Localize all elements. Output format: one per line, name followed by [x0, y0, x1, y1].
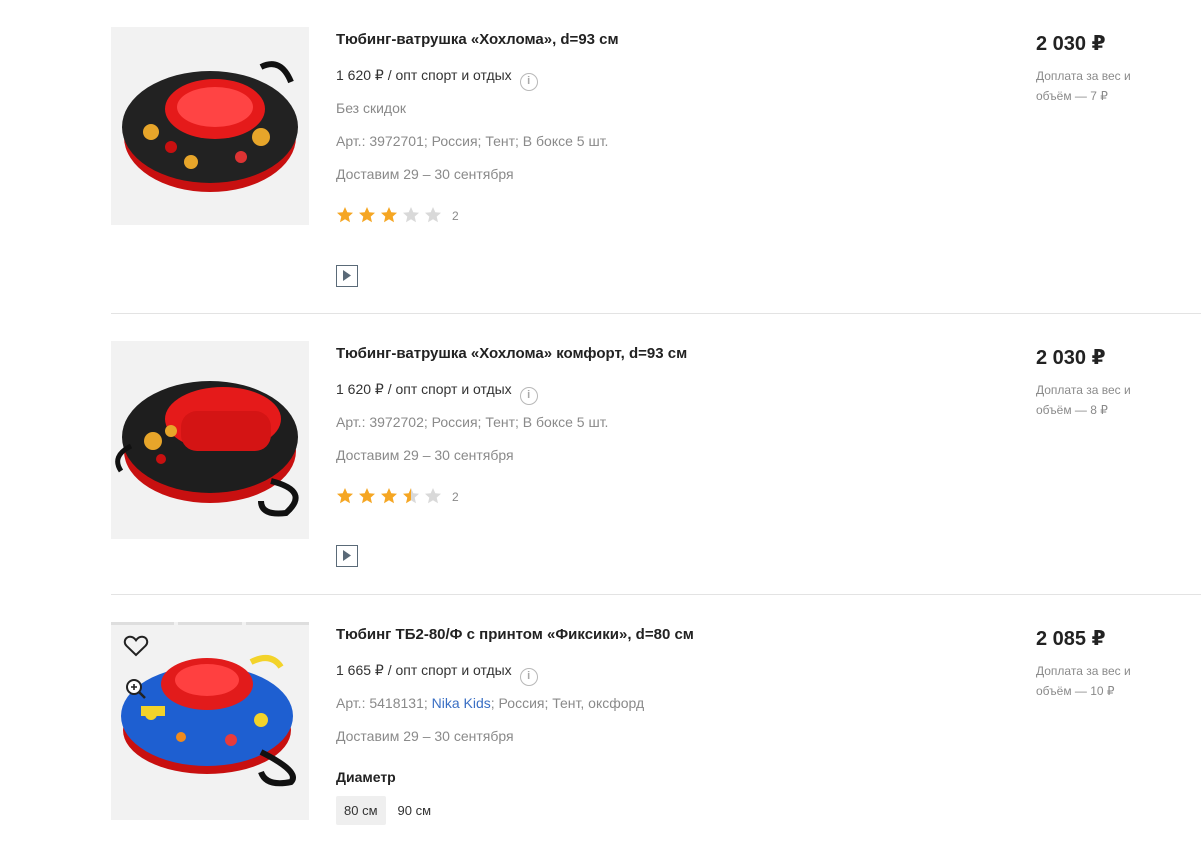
play-video-icon[interactable]: [336, 545, 358, 567]
diameter-options: 80 см 90 см: [336, 796, 439, 825]
brand-link[interactable]: Nika Kids: [432, 695, 491, 711]
delivery-text: Доставим 29 – 30 сентября: [336, 166, 514, 182]
star-icon: [402, 487, 424, 507]
product-title[interactable]: Тюбинг-ватрушка «Хохлома», d=93 см: [336, 30, 619, 50]
product-details: Арт.: 5418131; Nika Kids; Россия; Тент, …: [336, 694, 644, 712]
product-price: 2 030 ₽: [1036, 33, 1106, 55]
image-pager[interactable]: [111, 622, 309, 626]
star-icon: [336, 487, 358, 507]
product-image[interactable]: [111, 622, 309, 820]
wholesale-price: 1 665 ₽ / опт спорт и отдых: [336, 662, 512, 678]
wholesale-price: 1 620 ₽ / опт спорт и отдых: [336, 67, 512, 83]
product-card: Тюбинг-ватрушка «Хохлома», d=93 см 1 620…: [111, 27, 1201, 297]
option-label: Диаметр: [336, 769, 396, 785]
star-icon: [402, 206, 424, 226]
wholesale-price: 1 620 ₽ / опт спорт и отдых: [336, 381, 512, 397]
product-price: 2 030 ₽: [1036, 347, 1106, 369]
article-text: Арт.: 5418131;: [336, 695, 428, 711]
option-chip-80[interactable]: 80 см: [336, 796, 386, 825]
surcharge-text: Доплата за вес и объём — 10 ₽: [1036, 664, 1131, 698]
star-icon: [380, 206, 402, 226]
info-icon[interactable]: i: [519, 387, 538, 405]
play-video-icon[interactable]: [336, 265, 358, 287]
star-icon: [358, 487, 380, 507]
product-title[interactable]: Тюбинг-ватрушка «Хохлома» комфорт, d=93 …: [336, 344, 687, 364]
wholesale-price-row: 1 620 ₽ / опт спорт и отдых i: [336, 66, 538, 91]
info-icon[interactable]: i: [519, 668, 538, 686]
product-image[interactable]: [111, 341, 309, 539]
wholesale-price-row: 1 665 ₽ / опт спорт и отдых i: [336, 661, 538, 686]
details-suffix: ; Россия; Тент, оксфорд: [490, 695, 645, 711]
rating-count: 2: [452, 490, 459, 504]
product-price: 2 085 ₽: [1036, 628, 1106, 650]
product-image[interactable]: [111, 27, 309, 225]
star-icon: [424, 206, 446, 226]
star-icon: [336, 206, 358, 226]
star-icon: [424, 487, 446, 507]
divider: [111, 594, 1201, 595]
product-details: Арт.: 3972702; Россия; Тент; В боксе 5 ш…: [336, 414, 609, 430]
divider: [111, 313, 1201, 314]
option-chip-90[interactable]: 90 см: [390, 796, 440, 825]
star-icon: [358, 206, 380, 226]
product-details: Арт.: 3972701; Россия; Тент; В боксе 5 ш…: [336, 133, 609, 149]
product-card: Тюбинг ТБ2-80/Ф с принтом «Фиксики», d=8…: [111, 622, 1201, 842]
product-card: Тюбинг-ватрушка «Хохлома» комфорт, d=93 …: [111, 341, 1201, 581]
delivery-text: Доставим 29 – 30 сентября: [336, 447, 514, 463]
surcharge-text: Доплата за вес и объём — 8 ₽: [1036, 383, 1131, 417]
surcharge-text: Доплата за вес и объём — 7 ₽: [1036, 69, 1131, 103]
rating-count: 2: [452, 209, 459, 223]
zoom-in-icon[interactable]: [125, 678, 147, 700]
heart-icon[interactable]: [123, 634, 149, 658]
product-title[interactable]: Тюбинг ТБ2-80/Ф с принтом «Фиксики», d=8…: [336, 625, 694, 645]
delivery-text: Доставим 29 – 30 сентября: [336, 728, 514, 744]
wholesale-price-row: 1 620 ₽ / опт спорт и отдых i: [336, 380, 538, 405]
rating-stars[interactable]: 2: [336, 487, 459, 507]
rating-stars[interactable]: 2: [336, 206, 459, 226]
star-icon: [380, 487, 402, 507]
discount-text: Без скидок: [336, 100, 406, 116]
info-icon[interactable]: i: [519, 73, 538, 91]
